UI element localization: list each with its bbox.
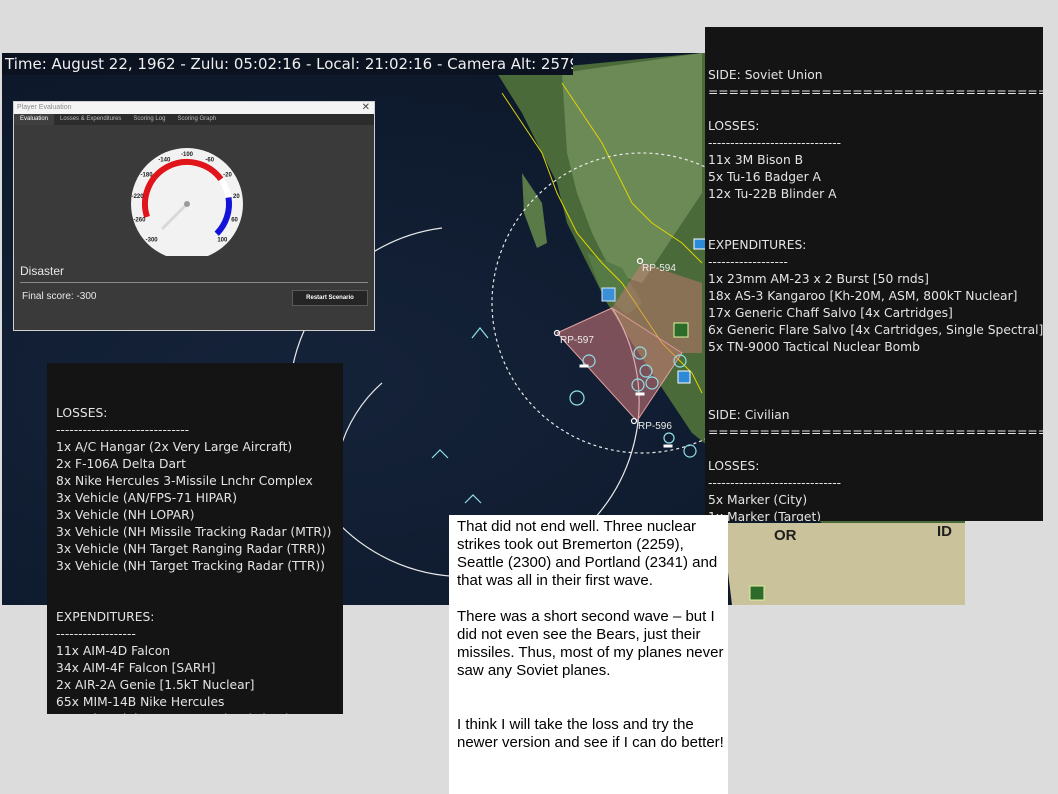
tab-scoring-graph[interactable]: Scoring Graph bbox=[171, 114, 222, 125]
us-panel-line: LOSSES: bbox=[56, 406, 108, 420]
gauge-tick-label: -180 bbox=[141, 173, 154, 179]
gauge-tick-label: -140 bbox=[158, 157, 171, 163]
close-icon[interactable]: ✕ bbox=[362, 102, 370, 114]
gauge-tick-label: -300 bbox=[146, 237, 159, 243]
side-panel-line: ------------------------------ bbox=[708, 136, 842, 150]
eval-tabs: Evaluation Losses & Expenditures Scoring… bbox=[14, 114, 374, 125]
side-panel-line: 12x Tu-22B Blinder A bbox=[708, 187, 837, 201]
us-panel-line: 3x Vehicle (NH Target Ranging Radar (TRR… bbox=[56, 542, 326, 556]
us-panel-line: 2x F-106A Delta Dart bbox=[56, 457, 186, 471]
gauge-tick-label: -60 bbox=[205, 157, 214, 163]
gauge-tick-label: -20 bbox=[223, 173, 232, 179]
commentary-note: That did not end well. Three nuclear str… bbox=[449, 515, 728, 794]
side-panel-line: SIDE: Civilian bbox=[708, 408, 790, 422]
gauge-hub bbox=[184, 201, 190, 207]
rp-597-label: RP-597 bbox=[560, 335, 594, 346]
player-evaluation-window: Player Evaluation ✕ Evaluation Losses & … bbox=[13, 101, 375, 331]
tab-scoring-log[interactable]: Scoring Log bbox=[127, 114, 171, 125]
note-paragraph-1: That did not end well. Three nuclear str… bbox=[457, 518, 718, 589]
side-panel-line bbox=[708, 373, 1043, 390]
side-panel-line bbox=[708, 220, 1043, 237]
side-panel-line: 1x Marker (Target) bbox=[708, 510, 822, 521]
side-panel-line bbox=[708, 101, 1043, 118]
side-panel-line bbox=[708, 441, 1043, 458]
final-score: Final score: -300 bbox=[22, 291, 97, 302]
us-panel-line: ------------------------------ bbox=[56, 423, 190, 437]
gauge-tick-label: -100 bbox=[181, 152, 194, 158]
us-panel-line: 11x AIM-4D Falcon bbox=[56, 644, 171, 658]
side-panel-line: 5x Marker (City) bbox=[708, 493, 808, 507]
us-panel-line: 2x AIR-2A Genie [1.5kT Nuclear] bbox=[56, 678, 255, 692]
gauge-tick-label: 20 bbox=[233, 194, 240, 200]
window-titlebar[interactable]: Player Evaluation ✕ bbox=[14, 102, 374, 114]
gauge-tick-label: -260 bbox=[133, 217, 146, 223]
restart-scenario-button[interactable]: Restart Scenario bbox=[292, 290, 368, 306]
region-label-oregon: OR bbox=[774, 527, 797, 544]
us-panel-line: 3x Vehicle (NH LOPAR) bbox=[56, 508, 195, 522]
side-panel-line: ==================================== bbox=[708, 85, 1043, 99]
gauge-tick-label: 100 bbox=[217, 237, 228, 243]
side-summary-panel: SIDE: Soviet Union ======================… bbox=[705, 27, 1043, 521]
us-panel-line: 1x A/C Hangar (2x Very Large Aircraft) bbox=[56, 440, 293, 454]
us-panel-line: EXPENDITURES: bbox=[56, 610, 155, 624]
us-panel-line: 3x Vehicle (NH Missile Tracking Radar (M… bbox=[56, 525, 332, 539]
side-panel-line: ------------------ bbox=[708, 255, 788, 269]
us-panel-line: 3x Vehicle (AN/FPS-71 HIPAR) bbox=[56, 491, 237, 505]
side-panel-line: SIDE: Soviet Union bbox=[708, 68, 823, 82]
side-panel-line: 17x Generic Chaff Salvo [4x Cartridges] bbox=[708, 306, 953, 320]
side-panel-line: 5x TN-9000 Tactical Nuclear Bomb bbox=[708, 340, 920, 354]
us-panel-line: 65x MIM-14B Nike Hercules bbox=[56, 695, 225, 709]
us-panel-line: 34x AIM-4F Falcon [SARH] bbox=[56, 661, 216, 675]
divider bbox=[20, 282, 368, 283]
note-paragraph-2: There was a short second wave – but I di… bbox=[457, 608, 724, 679]
note-paragraph-3: I think I will take the loss and try the… bbox=[457, 716, 724, 751]
us-panel-line bbox=[56, 575, 343, 592]
side-panel-line: 5x Tu-16 Badger A bbox=[708, 170, 821, 184]
us-panel-line bbox=[56, 592, 343, 609]
side-panel-line: 18x AS-3 Kangaroo [Kh-20M, ASM, 800kT Nu… bbox=[708, 289, 1018, 303]
rp-596-marker bbox=[630, 417, 638, 425]
us-panel-line: 96x Mk4 Mighty Mouse Rocket (Mk40) bbox=[56, 711, 343, 714]
side-panel-line: LOSSES: bbox=[708, 119, 760, 133]
rp-594-label: RP-594 bbox=[642, 263, 676, 274]
side-panel-line: LOSSES: bbox=[708, 459, 760, 473]
window-title: Player Evaluation bbox=[17, 104, 72, 111]
tab-losses-expenditures[interactable]: Losses & Expenditures bbox=[54, 114, 127, 125]
us-panel-line: 3x Vehicle (NH Target Tracking Radar (TT… bbox=[56, 559, 325, 573]
side-panel-line: 11x 3M Bison B bbox=[708, 153, 804, 167]
us-panel-line: ------------------ bbox=[56, 627, 136, 641]
side-panel-line: ==================================== bbox=[708, 425, 1043, 439]
tab-evaluation[interactable]: Evaluation bbox=[14, 114, 55, 125]
side-panel-line: 6x Generic Flare Salvo [4x Cartridges, S… bbox=[708, 323, 1043, 337]
island-haida bbox=[522, 173, 547, 248]
side-panel-line: EXPENDITURES: bbox=[708, 238, 807, 252]
side-panel-line: ------------------------------ bbox=[708, 476, 842, 490]
region-label-idaho: ID bbox=[937, 523, 952, 540]
side-panel-line bbox=[708, 203, 1043, 220]
side-panel-line bbox=[708, 390, 1043, 407]
evaluation-verdict: Disaster bbox=[20, 264, 65, 278]
gauge-tick-label: 60 bbox=[231, 217, 238, 223]
side-panel-line: 1x 23mm AM-23 x 2 Burst [50 rnds] bbox=[708, 272, 929, 286]
gauge-tick-label: -220 bbox=[132, 194, 145, 200]
side-panel-line bbox=[708, 356, 1043, 373]
time-status-bar: Time: August 22, 1962 - Zulu: 05:02:16 -… bbox=[2, 53, 573, 75]
rp-596-label: RP-596 bbox=[638, 421, 672, 432]
us-losses-panel: LOSSES: ------------------------------ 1x … bbox=[47, 363, 343, 714]
score-gauge: -300 -260 -220 -180 -140 -100 -60 -20 20 60 100 bbox=[131, 148, 243, 256]
us-panel-line: 8x Nike Hercules 3-Missile Lnchr Complex bbox=[56, 474, 313, 488]
